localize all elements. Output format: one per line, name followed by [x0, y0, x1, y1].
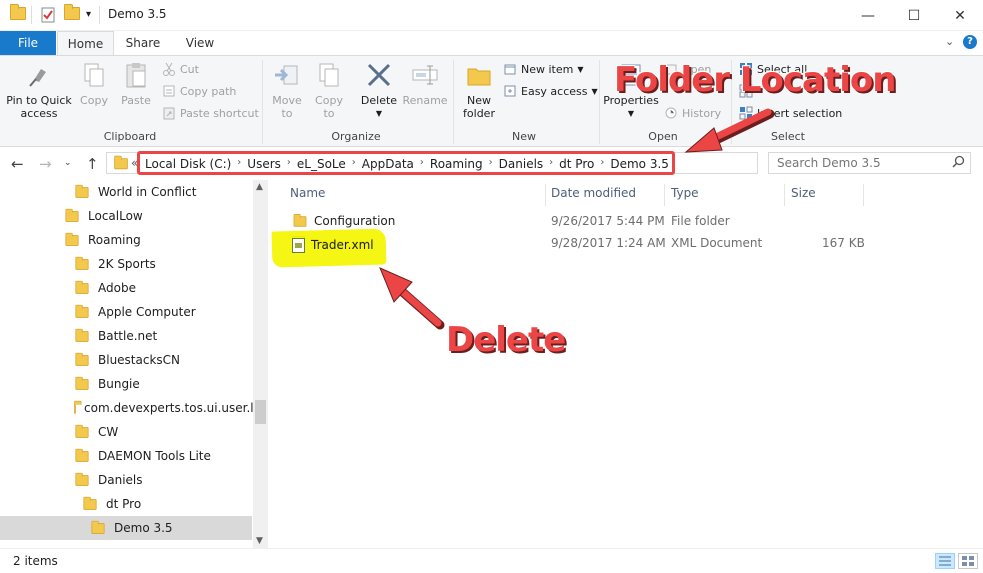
folder-location-annotation: Folder Location [614, 60, 896, 100]
delete-annotation: Delete [446, 320, 566, 360]
folder-location-arrow [684, 108, 775, 153]
delete-arrow [379, 267, 445, 330]
